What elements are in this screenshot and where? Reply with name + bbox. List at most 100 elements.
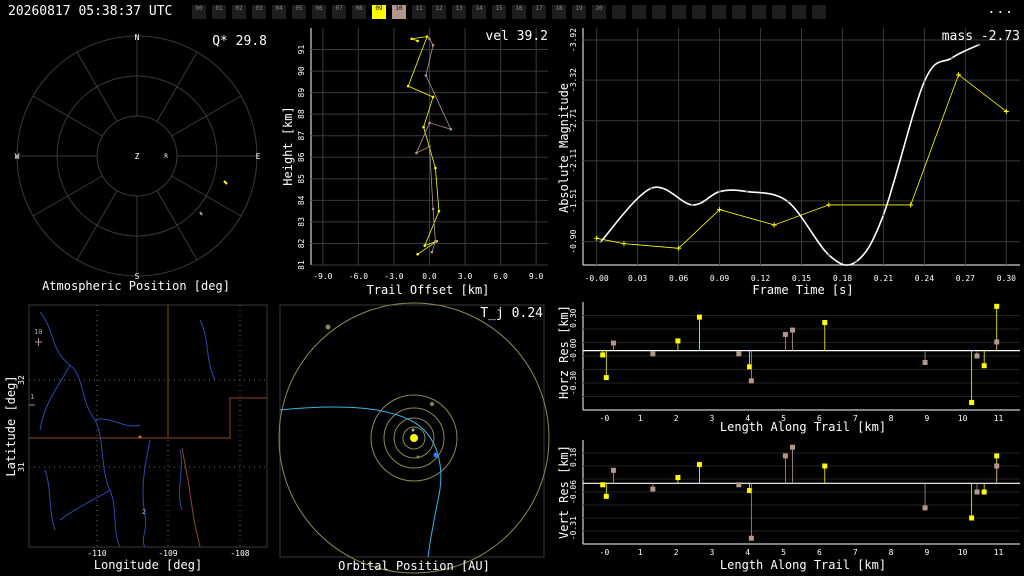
trail-xtick: -9.0 xyxy=(313,272,332,281)
horz-point-yellow xyxy=(675,338,681,344)
trail-point-tan xyxy=(428,121,431,125)
magnitude-model-point xyxy=(950,56,953,60)
vert-point-tan xyxy=(790,444,796,450)
vert-point-tan xyxy=(736,482,742,488)
magnitude-xtick: 0.27 xyxy=(956,274,975,283)
vert-point-tan xyxy=(782,453,788,459)
map-xtick: -110 xyxy=(87,549,106,558)
horz-point-tan xyxy=(974,353,980,359)
sky-track-tan xyxy=(199,211,203,216)
horz-point-yellow xyxy=(994,303,1000,309)
horz-xtick: 1 xyxy=(638,414,643,423)
magnitude-xtick: 0.12 xyxy=(751,274,770,283)
trail-point-yellow xyxy=(406,84,410,88)
magnitude-observed-point xyxy=(908,202,914,208)
magnitude-xtick: 0.09 xyxy=(710,274,729,283)
plots-canvas: N S E W Z R Q* 29.8 Atmospheric Position… xyxy=(4,28,1020,574)
vert-xtick: 7 xyxy=(853,548,858,557)
trail-point-tan xyxy=(449,127,453,131)
horz-marks xyxy=(600,303,1000,405)
sky-azimuth-spoke xyxy=(156,190,198,261)
vert-xtick: 9 xyxy=(924,548,929,557)
horz-point-tan xyxy=(748,378,754,384)
horz-xtick: -0 xyxy=(600,414,610,423)
magnitude-model-curve xyxy=(600,43,980,266)
magnitude-model-point xyxy=(650,187,653,190)
trail-xtick: 9.0 xyxy=(529,272,544,281)
magnitude-model-point xyxy=(718,190,721,193)
sky-azimuth-spoke xyxy=(171,95,242,137)
compass-north-label: N xyxy=(135,33,140,42)
sky-azimuth-spoke xyxy=(76,190,118,261)
magnitude-model-point xyxy=(691,203,694,207)
horz-point-tan xyxy=(922,359,928,365)
magnitude-xtick: 0.30 xyxy=(997,274,1016,283)
trail-point-yellow xyxy=(410,37,414,41)
magnitude-model-point xyxy=(827,253,831,257)
trail-ytick: 86 xyxy=(297,152,306,162)
horz-point-yellow xyxy=(696,314,702,320)
magnitude-model-point xyxy=(882,213,885,217)
trail-panel: -9.0 -6.0 -3.0 0.0 3.0 6.0 9.0 81 82 83 84 85 86 87 88… xyxy=(281,28,548,297)
vert-xtick: 6 xyxy=(817,548,822,557)
compass-east-label: E xyxy=(256,152,261,161)
trail-point-yellow xyxy=(423,244,427,247)
trail-point-tan xyxy=(415,151,418,155)
map-ylabel: Latitude [deg] xyxy=(4,375,18,476)
horz-xtick: 8 xyxy=(889,414,894,423)
magnitude-xtick: 0.18 xyxy=(833,274,852,283)
vert-xlabel: Length Along Trail [km] xyxy=(720,558,886,572)
vert-point-yellow xyxy=(969,515,975,521)
jupiter-marker xyxy=(325,324,331,330)
trail-point-tan xyxy=(424,74,428,77)
mars-marker xyxy=(430,402,434,406)
magnitude-observed-point xyxy=(826,202,832,208)
trail-ytick: 91 xyxy=(297,45,306,55)
vert-point-yellow xyxy=(600,482,606,488)
mercury-marker xyxy=(411,428,415,432)
mass-label: mass -2.73 xyxy=(942,29,1020,44)
vert-ylabel: Vert Res [km] xyxy=(557,445,571,539)
horz-ylabel: Horz Res [km] xyxy=(557,305,571,399)
vert-point-yellow xyxy=(994,453,1000,459)
vert-xtick: 11 xyxy=(994,548,1004,557)
horz-point-tan xyxy=(736,351,742,357)
vert-xtick: 10 xyxy=(958,548,968,557)
horz-point-yellow xyxy=(600,352,606,358)
trail-point-tan xyxy=(428,37,431,41)
vert-point-tan xyxy=(748,535,754,541)
trail-xtick: -6.0 xyxy=(349,272,368,281)
sky-azimuth-spoke xyxy=(156,51,198,122)
magnitude-model-point xyxy=(923,80,926,83)
horz-point-tan xyxy=(782,331,788,337)
trail-ytick: 82 xyxy=(297,238,306,248)
trail-point-tan xyxy=(430,250,434,254)
magnitude-xtick: 0.15 xyxy=(792,274,811,283)
map-station-marker-2: 2 xyxy=(142,508,146,516)
horz-point-yellow xyxy=(981,363,987,369)
magnitude-model-point xyxy=(854,260,858,263)
horz-xtick: 3 xyxy=(710,414,715,423)
vert-xtick: 8 xyxy=(889,548,894,557)
vert-point-tan xyxy=(922,505,928,511)
vert-point-yellow xyxy=(603,493,609,499)
vertical-residuals-panel: -0 1 2 3 4 5 6 7 8 9 10 110.18-0.06-0.31 Length Alo… xyxy=(557,440,1020,572)
horz-point-tan xyxy=(790,327,796,333)
trail-xtick: 3.0 xyxy=(458,272,473,281)
sky-azimuth-spoke xyxy=(76,51,118,122)
vert-marks xyxy=(600,444,1000,541)
horz-xtick: 9 xyxy=(924,414,929,423)
sky-track-yellow xyxy=(223,180,228,185)
horz-point-tan xyxy=(650,351,656,357)
magnitude-xtick: -0.00 xyxy=(585,274,609,283)
sky-xlabel: Atmospheric Position [deg] xyxy=(42,279,230,293)
magnitude-ylabel: Absolute Magnitude xyxy=(557,83,571,213)
trail-ytick: 83 xyxy=(297,217,306,227)
magnitude-xtick: 0.03 xyxy=(628,274,647,283)
map-xtick: -109 xyxy=(158,549,177,558)
map-panel: 10 1 2 -110 -109 -1083231 Longitude [deg] … xyxy=(4,304,268,572)
horz-point-tan xyxy=(610,340,616,346)
horizontal-residuals-panel: -0 1 2 3 4 5 6 7 8 9 10 110.30-0.00-0.30 Length Alo… xyxy=(557,302,1020,434)
magnitude-model-point xyxy=(599,240,602,243)
trail-xtick: 0.0 xyxy=(422,272,437,281)
